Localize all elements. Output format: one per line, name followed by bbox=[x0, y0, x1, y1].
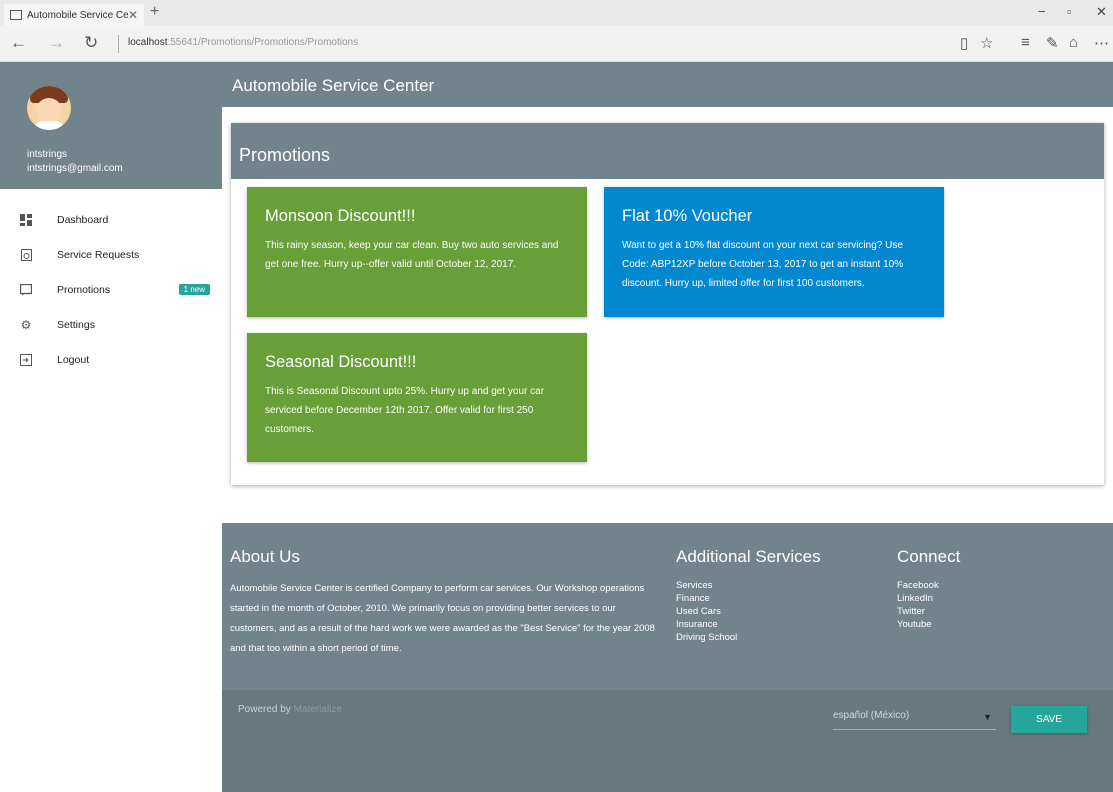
sidebar-item-label: Service Requests bbox=[57, 248, 140, 261]
footer-link-used-cars[interactable]: Used Cars bbox=[676, 605, 737, 618]
browser-nav-bar: ← → ↻ localhost:55641/Promotions/Promoti… bbox=[0, 26, 1113, 62]
share-icon[interactable]: ⌂ bbox=[1069, 34, 1078, 51]
dropdown-caret-icon: ▼ bbox=[983, 712, 992, 722]
sidebar-item-label: Settings bbox=[57, 318, 95, 331]
connect-list: Facebook LinkedIn Twitter Youtube bbox=[897, 579, 939, 631]
footer-link-services[interactable]: Services bbox=[676, 579, 737, 592]
new-tab-button[interactable]: + bbox=[150, 3, 159, 21]
promotion-card-seasonal[interactable]: Seasonal Discount!!! This is Seasonal Di… bbox=[247, 333, 587, 462]
promotion-card-monsoon[interactable]: Monsoon Discount!!! This rainy season, k… bbox=[247, 187, 587, 317]
avatar bbox=[27, 86, 71, 130]
promotion-card-voucher[interactable]: Flat 10% Voucher Want to get a 10% flat … bbox=[604, 187, 944, 317]
user-profile: intstrings intstrings@gmail.com bbox=[0, 62, 222, 189]
sidebar-item-service-requests[interactable]: Service Requests bbox=[0, 237, 222, 272]
promotion-text: This rainy season, keep your car clean. … bbox=[265, 240, 559, 270]
promotion-text: Want to get a 10% flat discount on your … bbox=[622, 240, 904, 289]
connect-title: Connect bbox=[897, 547, 961, 566]
sidebar-item-promotions[interactable]: Promotions 1 new bbox=[0, 272, 222, 307]
powered-by-label: Powered by bbox=[238, 704, 291, 715]
user-name: intstrings bbox=[27, 149, 68, 160]
address-bar[interactable]: localhost:55641/Promotions/Promotions/Pr… bbox=[128, 37, 358, 48]
service-icon bbox=[20, 248, 32, 261]
promotions-icon bbox=[20, 283, 32, 296]
reading-view-icon[interactable]: ▯ bbox=[960, 34, 968, 52]
promotion-title: Monsoon Discount!!! bbox=[265, 207, 416, 225]
about-title: About Us bbox=[230, 547, 300, 566]
hub-icon[interactable]: ≡ bbox=[1021, 34, 1030, 51]
services-list: Services Finance Used Cars Insurance Dri… bbox=[676, 579, 737, 644]
main-content: Automobile Service Center Promotions Mon… bbox=[222, 62, 1113, 792]
powered-by: Powered by Materialize bbox=[238, 704, 342, 715]
app-header: Automobile Service Center bbox=[222, 62, 1113, 107]
url-host: localhost bbox=[128, 37, 168, 48]
close-tab-icon[interactable]: ✕ bbox=[128, 8, 138, 22]
promotion-text: This is Seasonal Discount upto 25%. Hurr… bbox=[265, 386, 545, 435]
sidebar-item-label: Promotions bbox=[57, 283, 111, 296]
sidebar-item-logout[interactable]: Logout bbox=[0, 342, 222, 377]
promotion-title: Seasonal Discount!!! bbox=[265, 353, 417, 371]
services-title: Additional Services bbox=[676, 547, 821, 566]
sidebar-item-label: Logout bbox=[57, 353, 90, 366]
about-text: Automobile Service Center is certified C… bbox=[230, 583, 655, 654]
footer-link-insurance[interactable]: Insurance bbox=[676, 618, 737, 631]
sidebar-item-settings[interactable]: ⚙ Settings bbox=[0, 307, 222, 342]
sidebar-item-label: Dashboard bbox=[57, 213, 109, 226]
back-arrow-icon[interactable]: ← bbox=[10, 33, 27, 53]
promotions-header: Promotions bbox=[231, 123, 1104, 179]
footer-link-facebook[interactable]: Facebook bbox=[897, 579, 939, 592]
url-path: :55641/Promotions/Promotions/Promotions bbox=[167, 37, 359, 48]
close-window-button[interactable]: ✕ bbox=[1096, 4, 1107, 20]
browser-tab[interactable]: Automobile Service Cen ✕ bbox=[4, 4, 144, 26]
footer-link-youtube[interactable]: Youtube bbox=[897, 618, 939, 631]
maximize-button[interactable]: ▫ bbox=[1067, 4, 1072, 19]
new-badge: 1 new bbox=[178, 284, 210, 295]
footer: About Us Automobile Service Center is ce… bbox=[222, 523, 1113, 792]
web-note-icon[interactable]: ✎ bbox=[1046, 34, 1059, 52]
app-title: Automobile Service Center bbox=[232, 76, 435, 95]
footer-link-driving-school[interactable]: Driving School bbox=[676, 631, 737, 644]
favorite-star-icon[interactable]: ☆ bbox=[980, 34, 993, 52]
browser-title-bar: Automobile Service Cen ✕ + − ▫ ✕ bbox=[0, 0, 1113, 26]
footer-link-twitter[interactable]: Twitter bbox=[897, 605, 939, 618]
promotions-card: Promotions Monsoon Discount!!! This rain… bbox=[231, 123, 1104, 485]
minimize-button[interactable]: − bbox=[1038, 4, 1046, 19]
address-separator bbox=[118, 35, 119, 53]
page-icon bbox=[10, 10, 22, 20]
sidebar: intstrings intstrings@gmail.com Dashboar… bbox=[0, 62, 222, 792]
more-icon[interactable]: ⋯ bbox=[1094, 34, 1109, 52]
dashboard-icon bbox=[20, 213, 32, 226]
tab-title: Automobile Service Cen bbox=[27, 9, 128, 21]
language-value: español (México) bbox=[833, 710, 910, 721]
footer-link-linkedin[interactable]: LinkedIn bbox=[897, 592, 939, 605]
gear-icon: ⚙ bbox=[20, 317, 32, 332]
logout-icon bbox=[20, 353, 32, 366]
promotion-title: Flat 10% Voucher bbox=[622, 207, 753, 225]
footer-link-finance[interactable]: Finance bbox=[676, 592, 737, 605]
materialize-link[interactable]: Materialize bbox=[294, 704, 342, 715]
page-title: Promotions bbox=[239, 145, 331, 165]
language-select[interactable]: español (México) ▼ bbox=[833, 710, 996, 730]
footer-bottom: Powered by Materialize español (México) … bbox=[222, 690, 1113, 792]
forward-arrow-icon[interactable]: → bbox=[48, 33, 65, 53]
sidebar-item-dashboard[interactable]: Dashboard bbox=[0, 202, 222, 237]
user-email: intstrings@gmail.com bbox=[27, 163, 123, 174]
refresh-icon[interactable]: ↻ bbox=[84, 33, 98, 53]
save-button[interactable]: SAVE bbox=[1011, 706, 1087, 733]
sidebar-menu: Dashboard Service Requests Promotions 1 … bbox=[0, 202, 222, 377]
